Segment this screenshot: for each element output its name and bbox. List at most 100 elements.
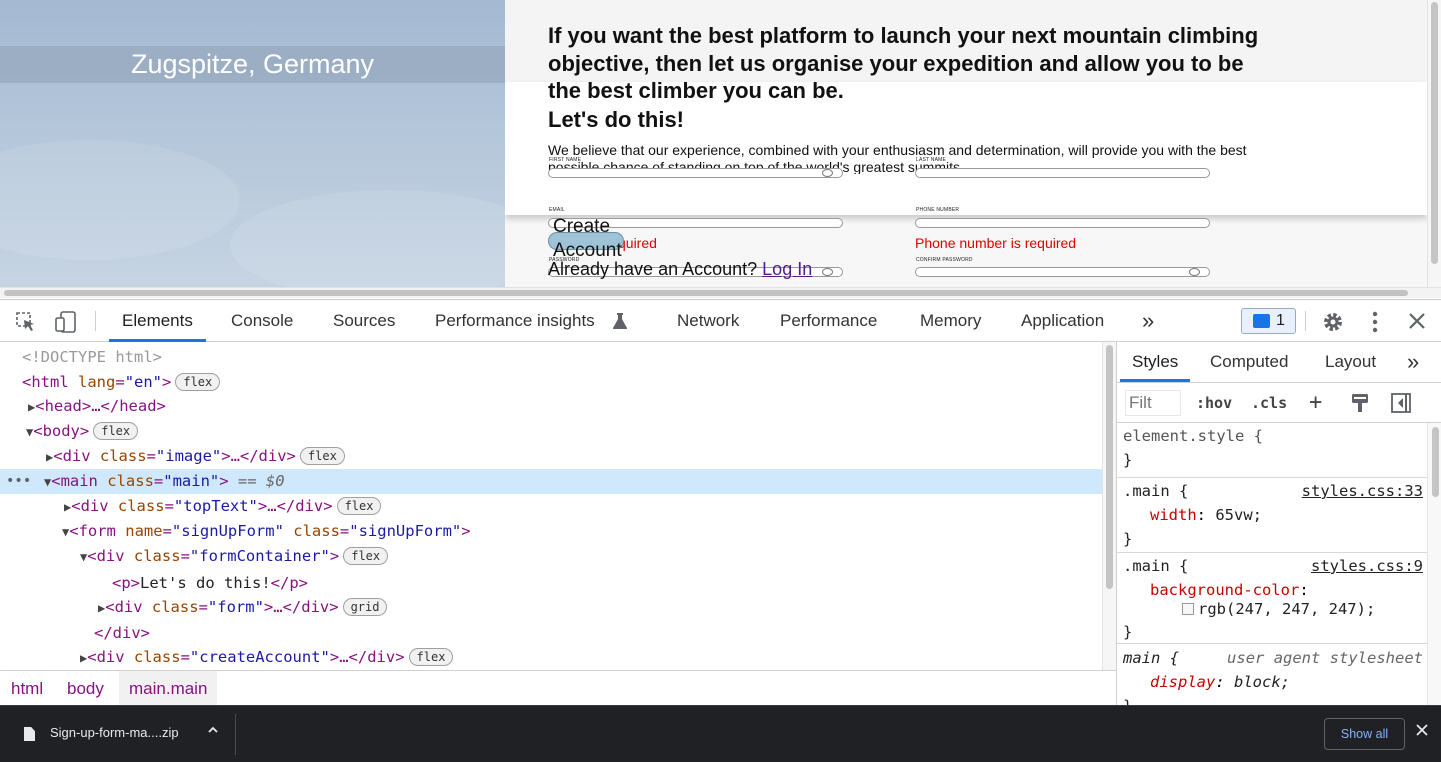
tab-application[interactable]: Application (1021, 300, 1104, 342)
device-toolbar-icon[interactable] (54, 310, 78, 338)
eq: = (339, 522, 350, 540)
phone-input[interactable] (915, 218, 1210, 228)
flex-badge[interactable]: flex (408, 648, 454, 666)
style-rule-main-width[interactable]: .main { styles.css:33 width: 65vw; } (1117, 479, 1427, 553)
color-swatch[interactable] (1182, 603, 1194, 615)
issues-badge[interactable]: 1 (1241, 308, 1296, 334)
label-last-name: LAST NAME (916, 157, 947, 163)
dom-body[interactable]: ▼<body> flex (0, 419, 1102, 444)
download-file-name[interactable]: Sign-up-form-ma....zip (50, 725, 179, 740)
show-all-button[interactable]: Show all (1324, 718, 1405, 750)
close-icon[interactable] (1407, 311, 1427, 335)
eq: = (146, 447, 156, 465)
close-icon[interactable] (1415, 722, 1429, 742)
dom-main-selected[interactable]: ••• ▼<main class="main"> == $0 (0, 469, 1102, 494)
tab-performance[interactable]: Performance (780, 300, 877, 342)
dom-div-createaccount[interactable]: ▶<div class="createAccount">…</div> flex (0, 645, 1102, 670)
flex-badge[interactable]: flex (343, 547, 389, 565)
tab-console[interactable]: Console (231, 300, 293, 342)
flex-badge[interactable]: flex (336, 497, 382, 515)
dom-html[interactable]: <html lang="en"> flex (0, 370, 1102, 395)
text-node: Let's do this! (140, 574, 271, 592)
prop-name: display (1150, 673, 1216, 691)
scroll-thumb[interactable] (1431, 2, 1438, 264)
flex-badge[interactable]: flex (299, 447, 345, 465)
kebab-menu-icon[interactable] (1367, 310, 1383, 338)
more-tabs-button[interactable]: » (1407, 342, 1419, 382)
scroll-thumb[interactable] (1106, 345, 1113, 589)
autofill-icon[interactable] (822, 169, 833, 177)
chevron-up-icon[interactable] (207, 723, 219, 739)
dom-div-close[interactable]: </div> (0, 621, 1102, 646)
image-caption: Zugspitze, Germany (130, 49, 375, 79)
dom-head[interactable]: ▶<head>…</head> (0, 394, 1102, 419)
tab-elements[interactable]: Elements (109, 300, 206, 342)
breadcrumb-main[interactable]: main.main (119, 671, 218, 706)
dom-div-image[interactable]: ▶<div class="image">…</div> flex (0, 444, 1102, 469)
grid-badge[interactable]: grid (342, 598, 388, 616)
tag: <div (105, 598, 143, 616)
tab-performance-insights[interactable]: Performance insights (435, 300, 595, 342)
attr-value: "form" (207, 598, 264, 616)
toggle-sidebar-icon[interactable] (1390, 392, 1412, 418)
scroll-thumb[interactable] (4, 290, 1408, 296)
dom-div-toptext[interactable]: ▶<div class="topText">…</div> flex (0, 494, 1102, 519)
style-rule-main-ua[interactable]: main { user agent stylesheet display: bl… (1117, 645, 1427, 706)
page-vertical-scrollbar[interactable] (1427, 0, 1441, 287)
inspect-element-icon[interactable] (15, 311, 37, 337)
divider (235, 714, 236, 755)
new-rule-button[interactable]: + (1309, 383, 1322, 423)
first-name-input[interactable] (548, 168, 843, 178)
rule-property[interactable]: width: 65vw; (1150, 503, 1262, 527)
tag: <main (51, 472, 98, 490)
last-name-input[interactable] (915, 168, 1210, 178)
more-tabs-button[interactable]: » (1142, 300, 1154, 342)
label-confirm-password: CONFIRM PASSWORD (916, 257, 973, 263)
attr: name (115, 522, 163, 540)
dom-div-form[interactable]: ▶<div class="form">…</div> grid (0, 595, 1102, 620)
eye-icon[interactable] (822, 268, 833, 276)
confirm-password-input[interactable] (915, 267, 1210, 277)
tag: <div (87, 648, 125, 666)
dom-form[interactable]: ▼<form name="signUpForm" class="signUpFo… (0, 519, 1102, 544)
gear-icon[interactable] (1321, 310, 1345, 338)
attr-value: "signUpForm" (171, 522, 284, 540)
tag: </p> (270, 574, 308, 592)
dom-div-formcontainer[interactable]: ▼<div class="formContainer"> flex (0, 544, 1102, 569)
issues-count: 1 (1276, 312, 1285, 329)
tab-network[interactable]: Network (677, 300, 739, 342)
rule-value-line: rgb(247, 247, 247); (1182, 597, 1375, 621)
eye-icon[interactable] (1189, 268, 1200, 276)
flex-badge[interactable]: flex (93, 422, 139, 440)
scroll-thumb[interactable] (1432, 427, 1439, 497)
tab-styles[interactable]: Styles (1120, 342, 1191, 382)
rule-source-link[interactable]: styles.css:9 (1311, 554, 1423, 578)
tab-computed[interactable]: Computed (1210, 342, 1288, 382)
paint-brush-icon[interactable] (1350, 392, 1370, 418)
elements-scrollbar[interactable] (1102, 342, 1116, 670)
eq: = (164, 497, 174, 515)
flex-badge[interactable]: flex (175, 373, 221, 391)
breadcrumb-body[interactable]: body (57, 671, 114, 706)
style-rule-main-bg[interactable]: .main { styles.css:9 background-color: r… (1117, 554, 1427, 644)
login-link[interactable]: Log In (762, 259, 812, 279)
more-dots-icon[interactable]: ••• (6, 469, 31, 494)
dom-doctype[interactable]: <!DOCTYPE html> (0, 345, 1102, 370)
rule-source-link[interactable]: styles.css:33 (1302, 479, 1423, 503)
create-account-label[interactable]: Create Account (553, 215, 633, 263)
tab-sources[interactable]: Sources (333, 300, 395, 342)
filter-input[interactable]: Filt (1125, 390, 1181, 416)
styles-scrollbar[interactable] (1427, 423, 1441, 706)
styles-toolbar: Filt :hov .cls + (1117, 383, 1441, 423)
page-horizontal-scrollbar[interactable] (0, 287, 1441, 298)
tag: <div (71, 497, 109, 515)
cls-toggle[interactable]: .cls (1251, 383, 1287, 423)
attr: class (108, 497, 165, 515)
tab-layout[interactable]: Layout (1325, 342, 1376, 382)
hov-toggle[interactable]: :hov (1196, 383, 1232, 423)
style-rule-element[interactable]: element.style { } (1117, 424, 1427, 478)
prop-value: 65vw; (1215, 506, 1263, 524)
dom-p[interactable]: <p>Let's do this!</p> (0, 571, 1102, 596)
tab-memory[interactable]: Memory (920, 300, 981, 342)
breadcrumb-html[interactable]: html (1, 671, 53, 706)
